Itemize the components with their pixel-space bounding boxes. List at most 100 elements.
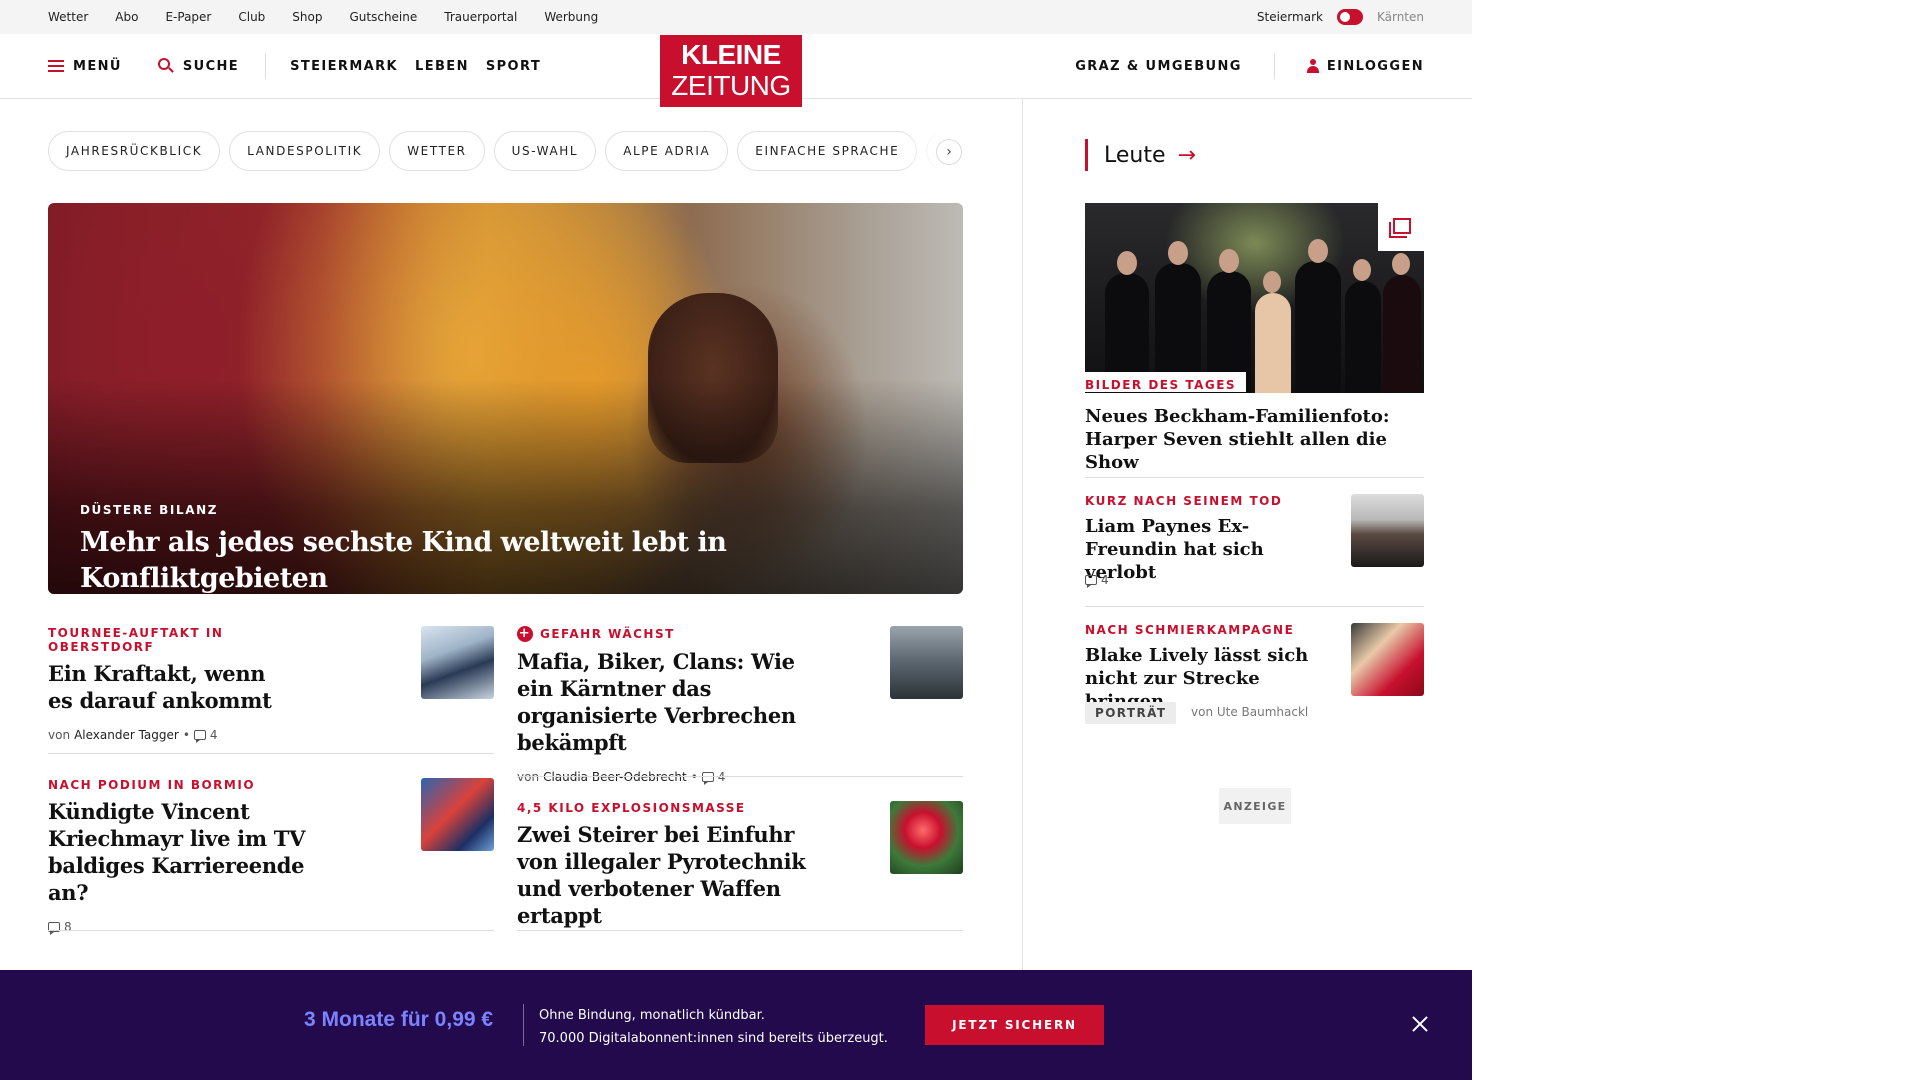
photo-figure <box>1383 275 1421 393</box>
teaser-thumb-skier[interactable] <box>421 778 494 851</box>
login-label: EINLOGGEN <box>1326 58 1424 74</box>
teaser-kicker: NACH PODIUM IN BORMIO <box>48 778 256 792</box>
region-switch: Steiermark Kärnten <box>1257 0 1424 34</box>
side-thumb-lively[interactable] <box>1351 623 1424 696</box>
login-button[interactable]: EINLOGGEN <box>1306 58 1424 74</box>
teaser-pyrotechnik[interactable]: 4,5 KILO EXPLOSIONSMASSE Zwei Steirer be… <box>517 801 837 929</box>
section-heading-leute[interactable]: Leute → <box>1085 139 1196 171</box>
chip-einfache-sprache[interactable]: EINFACHE SPRACHE <box>737 131 918 171</box>
nav-leben[interactable]: LEBEN <box>415 59 469 74</box>
meta-dot: • <box>182 728 190 742</box>
teaser-thumb-police[interactable] <box>890 626 963 699</box>
hero-article[interactable]: DÜSTERE BILANZ Mehr als jedes sechste Ki… <box>48 203 963 594</box>
right-gutter <box>1472 0 1920 1080</box>
chips-next-button[interactable]: › <box>936 139 962 165</box>
search-button[interactable]: SUCHE <box>157 58 240 74</box>
teaser-kriechmayr[interactable]: NACH PODIUM IN BORMIO Kündigte Vincent K… <box>48 778 348 935</box>
toggle-knob <box>1339 12 1350 22</box>
region-toggle[interactable] <box>1336 9 1363 25</box>
utility-links: Wetter Abo E-Paper Club Shop Gutscheine … <box>48 0 598 34</box>
teaser-kicker-text: GEFAHR WÄCHST <box>540 627 675 641</box>
chip-us-wahl[interactable]: US-WAHL <box>493 131 597 171</box>
photo-face <box>1392 253 1410 275</box>
teaser-kicker: TOURNEE-AUFTAKT IN OBERSTDORF <box>48 626 224 654</box>
feature-title[interactable]: Neues Beckham-Familienfoto: Harper Seven… <box>1085 405 1425 474</box>
plus-icon: + <box>517 626 533 642</box>
utility-link-abo[interactable]: Abo <box>115 10 138 24</box>
gallery-frame-back <box>1389 222 1407 238</box>
comment-icon <box>193 730 206 743</box>
hero-title[interactable]: Mehr als jedes sechste Kind weltweit leb… <box>80 525 940 594</box>
ad-label: ANZEIGE <box>1219 788 1291 824</box>
region-link[interactable]: GRAZ & UMGEBUNG <box>1075 59 1242 74</box>
byline-prefix: von <box>517 770 540 784</box>
teaser-mafia[interactable]: + GEFAHR WÄCHST Mafia, Biker, Clans: Wie… <box>517 626 817 785</box>
author-link[interactable]: Alexander Tagger <box>74 728 179 742</box>
chip-wetter[interactable]: WETTER <box>389 131 485 171</box>
comment-icon <box>1085 575 1097 588</box>
site-logo[interactable]: KLEINE ZEITUNG <box>660 35 802 107</box>
utility-link-werbung[interactable]: Werbung <box>544 10 598 24</box>
utility-link-wetter[interactable]: Wetter <box>48 10 88 24</box>
utility-bar: Wetter Abo E-Paper Club Shop Gutscheine … <box>0 0 1472 34</box>
teaser-oberstdorf[interactable]: TOURNEE-AUFTAKT IN OBERSTDORF Ein Krafta… <box>48 626 288 743</box>
banner-price: 3 Monate für 0,99 € <box>304 1008 494 1031</box>
photo-figure <box>1295 261 1341 393</box>
utility-link-trauerportal[interactable]: Trauerportal <box>444 10 517 24</box>
side-byline: von Ute Baumhackl <box>1191 705 1309 719</box>
photo-figure <box>1255 293 1291 393</box>
user-icon <box>1306 59 1319 73</box>
search-label: SUCHE <box>182 58 240 74</box>
teaser-title[interactable]: Zwei Steirer bei Einfuhr von illegaler P… <box>517 821 837 929</box>
side-thumb-payne[interactable] <box>1351 494 1424 567</box>
region-steiermark[interactable]: Steiermark <box>1257 10 1323 24</box>
gallery-icon[interactable] <box>1378 203 1424 251</box>
teaser-title[interactable]: Kündigte Vincent Kriechmayr live im TV b… <box>48 798 348 906</box>
comment-count[interactable]: 8 <box>64 920 72 934</box>
photo-face <box>1353 259 1371 281</box>
utility-link-club[interactable]: Club <box>238 10 265 24</box>
side-meta: 4 <box>1085 573 1109 588</box>
chip-alpe-adria[interactable]: ALPE ADRIA <box>605 131 729 171</box>
hamburger-icon <box>48 60 64 72</box>
comment-count[interactable]: 4 <box>718 770 726 784</box>
byline-prefix: von <box>48 728 71 742</box>
teaser-thumb-skijump[interactable] <box>421 626 494 699</box>
chip-landespolitik[interactable]: LANDESPOLITIK <box>229 131 381 171</box>
chip-jahresrueckblick[interactable]: JAHRESRÜCKBLICK <box>48 131 221 171</box>
divider <box>48 753 494 754</box>
section-heading-text: Leute <box>1104 142 1166 168</box>
nav-sport[interactable]: SPORT <box>486 59 541 74</box>
column-divider <box>1022 99 1023 970</box>
search-icon <box>157 58 174 74</box>
subscribe-button[interactable]: JETZT SICHERN <box>925 1005 1104 1045</box>
teaser-title[interactable]: Ein Kraftakt, wenn es darauf ankommt <box>48 660 288 714</box>
menu-button[interactable]: MENÜ <box>48 59 122 74</box>
utility-link-shop[interactable]: Shop <box>292 10 322 24</box>
divider <box>517 930 963 931</box>
meta-dot: • <box>690 770 698 784</box>
side-kicker: NACH SCHMIERKAMPAGNE <box>1085 623 1295 637</box>
utility-link-gutscheine[interactable]: Gutscheine <box>349 10 417 24</box>
comment-count[interactable]: 4 <box>210 728 218 742</box>
portrait-tag: PORTRÄT <box>1085 702 1177 724</box>
photo-figure <box>1345 281 1381 393</box>
chevron-right-icon: › <box>946 144 952 160</box>
author-link[interactable]: Claudia Beer-Odebrecht <box>543 770 687 784</box>
feature-photo-beckham[interactable] <box>1085 203 1424 393</box>
header-right: GRAZ & UMGEBUNG EINLOGGEN <box>1075 34 1424 98</box>
teaser-meta: 8 <box>48 920 348 935</box>
close-icon[interactable] <box>1408 1012 1432 1036</box>
teaser-thumb-police-light[interactable] <box>890 801 963 874</box>
page: Wetter Abo E-Paper Club Shop Gutscheine … <box>0 0 1472 1080</box>
divider <box>517 776 963 777</box>
photo-face <box>1117 251 1137 275</box>
hero-kicker: DÜSTERE BILANZ <box>80 503 219 517</box>
utility-link-epaper[interactable]: E-Paper <box>165 10 211 24</box>
nav-steiermark[interactable]: STEIERMARK <box>290 59 398 74</box>
side-title[interactable]: Liam Paynes Ex-Freundin hat sich verlobt <box>1085 515 1335 584</box>
region-kaernten[interactable]: Kärnten <box>1377 10 1424 24</box>
banner-text: Ohne Bindung, monatlich kündbar. 70.000 … <box>539 1004 888 1050</box>
comment-count[interactable]: 4 <box>1101 573 1109 587</box>
teaser-title[interactable]: Mafia, Biker, Clans: Wie ein Kärntner da… <box>517 648 817 756</box>
